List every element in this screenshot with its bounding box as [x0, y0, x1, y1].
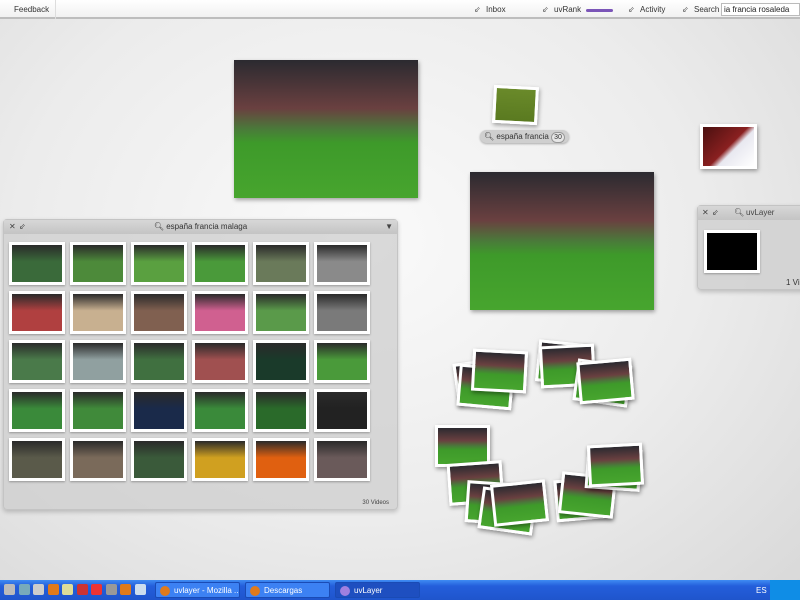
video-count: 1 Vi — [786, 278, 800, 287]
video-thumb[interactable] — [253, 438, 309, 481]
quick-launch-icon[interactable] — [18, 584, 30, 595]
activity-link[interactable]: Activity — [640, 5, 665, 14]
uvlayer-panel: ✕ ⇙ 🔍︎ uvLayer 1 Vi — [697, 205, 800, 290]
firefox-icon — [250, 586, 260, 596]
search-icon: 🔍︎ — [484, 132, 495, 141]
panel-title: españa francia malaga — [166, 222, 248, 231]
quick-launch-icon[interactable] — [120, 584, 131, 595]
video-thumb-flag[interactable] — [700, 124, 757, 169]
video-thumb[interactable] — [131, 438, 187, 481]
task-descargas[interactable]: Descargas — [245, 582, 330, 598]
video-thumb[interactable] — [9, 242, 65, 285]
uvrank-bar — [586, 9, 613, 12]
video-thumb[interactable] — [9, 438, 65, 481]
video-thumb[interactable] — [253, 340, 309, 383]
video-preview-large[interactable] — [234, 60, 418, 198]
video-thumb[interactable] — [704, 230, 760, 273]
stacked-video-thumb[interactable] — [489, 479, 550, 527]
top-bar: Feedback ⇙ Inbox ⇙ uvRank ⇙ Activity ⇙ S… — [0, 0, 800, 19]
video-thumb[interactable] — [131, 340, 187, 383]
video-thumb[interactable] — [131, 291, 187, 334]
task-uvlayer[interactable]: uvLayer — [335, 582, 420, 598]
video-thumb[interactable] — [9, 340, 65, 383]
video-count: 30 Videos — [362, 500, 389, 506]
video-thumb[interactable] — [253, 389, 309, 432]
quick-launch-icon[interactable] — [33, 584, 44, 595]
quick-launch-icon[interactable] — [134, 584, 146, 595]
quick-launch-icon[interactable] — [4, 584, 15, 595]
divider — [55, 0, 56, 19]
panel-title: uvLayer — [746, 208, 775, 217]
tag-espana-francia[interactable]: 🔍︎ españa francia 30 — [480, 130, 569, 143]
minimize-icon[interactable]: ⇙ — [712, 208, 719, 217]
quick-launch-icon[interactable] — [91, 584, 102, 595]
tag-label: españa francia — [496, 132, 549, 141]
stacked-video-thumb[interactable] — [470, 348, 529, 394]
search-results-panel: ✕ ⇙ 🔍︎ españa francia malaga ▼ 30 Videos — [3, 219, 398, 510]
close-icon[interactable]: ✕ — [702, 208, 709, 217]
tag-cluster-thumb[interactable] — [492, 84, 539, 126]
video-thumb[interactable] — [314, 389, 370, 432]
expand-icon[interactable]: ⇙ — [682, 5, 689, 14]
language-indicator[interactable]: ES — [756, 586, 767, 595]
video-thumb[interactable] — [70, 242, 126, 285]
video-thumb[interactable] — [131, 242, 187, 285]
video-thumb[interactable] — [192, 438, 248, 481]
search-icon: 🔍︎ — [153, 222, 164, 231]
task-label: uvLayer — [354, 586, 383, 595]
video-thumb[interactable] — [70, 438, 126, 481]
search-label: Search — [694, 5, 720, 14]
video-thumb[interactable] — [70, 291, 126, 334]
feedback-link[interactable]: Feedback — [14, 5, 49, 14]
stacked-video-thumb[interactable] — [576, 357, 635, 405]
expand-icon[interactable]: ⇙ — [542, 5, 549, 14]
video-thumb[interactable] — [192, 291, 248, 334]
firefox-icon — [160, 586, 170, 596]
system-tray[interactable] — [770, 580, 800, 600]
video-thumb[interactable] — [70, 340, 126, 383]
quick-launch-icon[interactable] — [76, 584, 88, 595]
search-input[interactable] — [721, 3, 800, 16]
task-label: Descargas — [264, 586, 303, 595]
task-firefox[interactable]: uvlayer - Mozilla ... — [155, 582, 240, 598]
search-icon: 🔍︎ — [734, 208, 745, 217]
panel-header: ✕ ⇙ 🔍︎ españa francia malaga ▼ — [4, 220, 397, 234]
video-thumb[interactable] — [70, 389, 126, 432]
inbox-link[interactable]: Inbox — [486, 5, 506, 14]
video-thumb[interactable] — [131, 389, 187, 432]
video-thumb[interactable] — [253, 291, 309, 334]
task-label: uvlayer - Mozilla ... — [174, 586, 240, 595]
quick-launch-icon[interactable] — [47, 584, 59, 595]
stacked-video-thumb[interactable] — [586, 442, 645, 488]
uvrank-link[interactable]: uvRank — [554, 5, 581, 14]
video-thumb[interactable] — [314, 291, 370, 334]
expand-icon[interactable]: ⇙ — [474, 5, 481, 14]
panel-header: ✕ ⇙ 🔍︎ uvLayer — [698, 206, 800, 220]
quick-launch-icon[interactable] — [105, 584, 117, 595]
video-thumb[interactable] — [9, 389, 65, 432]
tag-count: 30 — [551, 132, 565, 143]
video-thumb[interactable] — [192, 389, 248, 432]
video-preview-stadium[interactable] — [470, 172, 654, 310]
video-thumb[interactable] — [253, 242, 309, 285]
video-thumb[interactable] — [314, 438, 370, 481]
video-thumb[interactable] — [192, 340, 248, 383]
uvlayer-icon — [340, 586, 350, 596]
dropdown-icon[interactable]: ▼ — [385, 222, 393, 231]
expand-icon[interactable]: ⇙ — [628, 5, 635, 14]
taskbar: uvlayer - Mozilla ... Descargas uvLayer … — [0, 580, 800, 600]
quick-launch-icon[interactable] — [62, 584, 73, 595]
video-thumb[interactable] — [314, 340, 370, 383]
video-thumb[interactable] — [314, 242, 370, 285]
video-thumb[interactable] — [192, 242, 248, 285]
video-thumb[interactable] — [9, 291, 65, 334]
